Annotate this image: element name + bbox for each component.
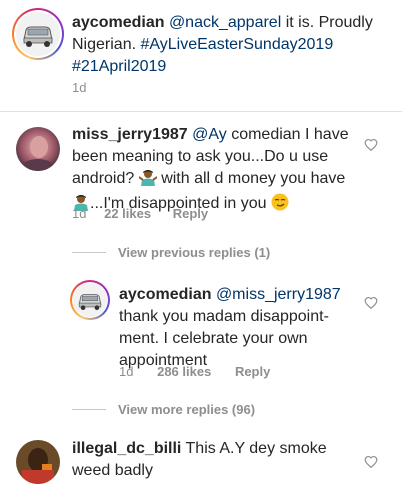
reply-button[interactable]: Reply bbox=[235, 364, 270, 379]
comment-time: 1d bbox=[72, 206, 87, 221]
comment-body: illegal_dc_billi This A.Y dey smoke weed… bbox=[72, 438, 362, 482]
avatar[interactable] bbox=[16, 12, 60, 56]
reply-body: aycomedian @miss_jerry1987 thank you mad… bbox=[119, 284, 359, 372]
thread-line bbox=[72, 252, 106, 253]
avatar[interactable] bbox=[16, 440, 60, 484]
comment-meta: 1d 22 likes Reply bbox=[72, 206, 208, 221]
reply-mention[interactable]: @miss_jerry1987 bbox=[216, 286, 341, 303]
reply-time: 1d bbox=[119, 364, 134, 379]
avatar[interactable] bbox=[16, 127, 60, 171]
comment-username[interactable]: illegal_dc_billi bbox=[72, 440, 181, 457]
likes-count[interactable]: 22 likes bbox=[104, 206, 151, 221]
caption-mention[interactable]: @nack_apparel bbox=[169, 14, 281, 31]
reply-text: thank you madam disappoint- bbox=[119, 308, 329, 325]
heart-outline-icon[interactable] bbox=[364, 455, 378, 468]
caption-hashtag[interactable]: #AyLiveEasterSunday2019 bbox=[140, 36, 333, 53]
reply-username[interactable]: aycomedian bbox=[119, 286, 211, 303]
view-previous-replies[interactable]: View previous replies (1) bbox=[118, 245, 270, 260]
comment-text: android? bbox=[72, 170, 135, 187]
comment-body: miss_jerry1987 @Ay comedian I have been … bbox=[72, 124, 362, 218]
reply-meta: 1d 286 likes Reply bbox=[119, 364, 270, 379]
reply-text: ment. I celebrate your own bbox=[119, 330, 308, 347]
caption-username[interactable]: aycomedian bbox=[72, 14, 164, 31]
comment-text: been meaning to ask you...Do u use bbox=[72, 148, 329, 165]
comment-text: with all d money you have bbox=[161, 170, 346, 187]
comment-text: This A.Y dey smoke bbox=[185, 440, 327, 457]
thread-line bbox=[72, 409, 106, 410]
caption-time: 1d bbox=[72, 80, 87, 95]
heart-outline-icon[interactable] bbox=[364, 296, 378, 309]
view-more-replies[interactable]: View more replies (96) bbox=[118, 402, 255, 417]
profile-photo-icon bbox=[16, 440, 60, 484]
heart-outline-icon[interactable] bbox=[364, 138, 378, 151]
avatar[interactable] bbox=[73, 283, 107, 317]
profile-photo-icon bbox=[16, 127, 60, 171]
caption-hashtag[interactable]: #21April2019 bbox=[72, 58, 166, 75]
caption: aycomedian @nack_apparel it is. Proudly … bbox=[72, 12, 392, 78]
divider bbox=[0, 111, 402, 112]
reply-button[interactable]: Reply bbox=[173, 206, 208, 221]
comment-text: comedian I have bbox=[231, 126, 349, 143]
comment-username[interactable]: miss_jerry1987 bbox=[72, 126, 188, 143]
comment-mention[interactable]: @Ay bbox=[192, 126, 227, 143]
person-shrugging-emoji bbox=[138, 168, 158, 193]
smirking-face-emoji bbox=[271, 193, 289, 218]
comment-text: weed badly bbox=[72, 462, 153, 479]
likes-count[interactable]: 286 likes bbox=[157, 364, 211, 379]
car-logo-icon bbox=[16, 12, 60, 56]
car-logo-icon bbox=[73, 283, 107, 317]
